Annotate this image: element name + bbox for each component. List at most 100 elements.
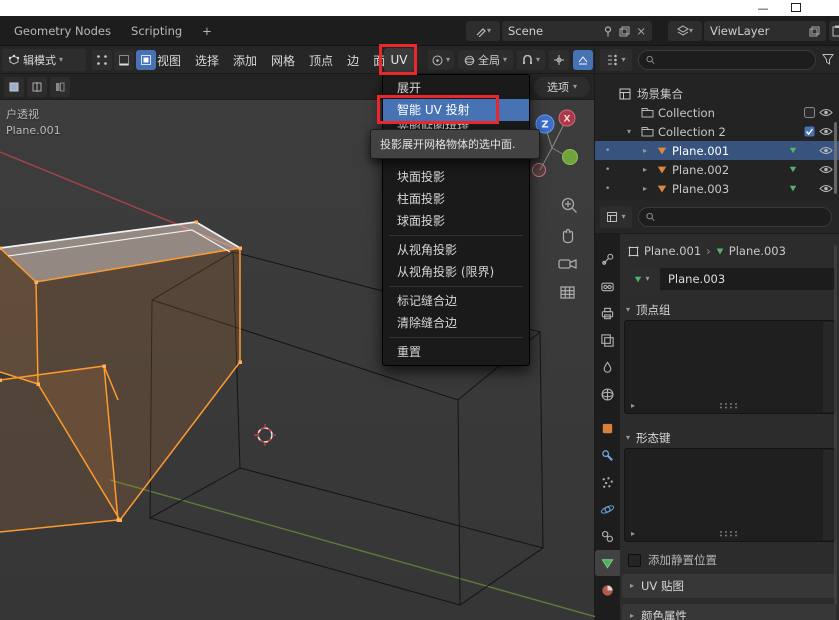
scene-icon[interactable] [595,354,620,380]
vertex-groups-list[interactable]: ▸ [624,320,836,414]
outliner-row-collection[interactable]: Collection [595,103,839,122]
properties-scrollbar[interactable] [834,245,837,605]
snap-toggle[interactable]: ▾ [517,50,545,70]
new-scene-icon[interactable] [619,26,630,37]
gizmo-y-axis[interactable] [563,150,578,165]
uv-menu-item[interactable]: 展开 [383,77,529,99]
outliner-search[interactable] [638,50,816,70]
transform-pivot-button[interactable] [4,77,24,97]
grip-icon[interactable] [719,402,739,409]
uv-menu-item[interactable]: 柱面投影 [383,188,529,210]
particles-icon[interactable] [595,469,620,495]
outliner-type-button[interactable]: ▾ [600,49,632,71]
outliner-row-plane.003[interactable]: • ▸ Plane.003 [595,179,839,198]
exclude-checkbox[interactable] [804,103,815,122]
menu-view[interactable]: 视图 [150,47,188,73]
mirror-y-button[interactable] [50,77,70,97]
properties-search[interactable] [638,207,832,227]
gizmos-toggle[interactable] [549,50,569,70]
zoom-icon[interactable] [563,199,577,213]
mesh-orange[interactable] [0,221,242,533]
color-attributes-section[interactable]: ▸ 颜色属性 [622,604,836,620]
outliner-row-plane.001[interactable]: • ▸ Plane.001 [595,141,839,160]
expand-icon[interactable]: ▸ [631,529,635,538]
gizmo-minus-axis[interactable] [533,164,546,177]
edge-select-button[interactable] [114,50,134,70]
outliner-row--[interactable]: 场景集合 [595,84,839,103]
data-type-button[interactable]: ▾ [624,268,660,290]
menu-mesh[interactable]: 网格 [264,47,302,73]
eye-icon[interactable] [819,122,833,141]
eye-icon[interactable] [819,103,833,122]
vertex-groups-header[interactable]: ▾ 顶点组 [626,302,671,318]
outliner-row-collection-2[interactable]: ▾ Collection 2 [595,122,839,141]
unlink-scene-button[interactable]: × [636,24,646,38]
exclude-checkbox[interactable] [804,122,815,141]
uv-menu-item[interactable]: 从视角投影 [383,239,529,261]
eye-icon[interactable] [819,179,833,198]
uv-menu-item[interactable]: 重置 [383,341,529,363]
rest-position-checkbox[interactable] [628,554,641,567]
outliner-scrollbar[interactable] [834,122,837,194]
menu-vertex[interactable]: 顶点 [302,47,340,73]
scene-type-button[interactable]: ▾ [466,21,500,41]
pan-hand-icon[interactable] [564,230,573,243]
tab-scripting[interactable]: Scripting [121,16,192,46]
menu-uv[interactable]: UV [384,48,414,72]
breadcrumb-data[interactable]: Plane.003 [729,244,786,258]
filter-button[interactable] [821,52,835,66]
camera-view-icon[interactable] [559,260,576,268]
add-workspace-button[interactable]: + [192,16,222,46]
grip-icon[interactable] [719,530,739,537]
minimize-button[interactable]: — [748,0,778,16]
menu-edge[interactable]: 边 [340,47,366,73]
overlays-toggle[interactable] [573,50,593,70]
tool-icon[interactable] [595,246,620,272]
world-icon[interactable] [595,381,620,407]
list-scrollbar[interactable] [823,450,834,540]
clipboard-button[interactable] [829,21,839,41]
output-icon[interactable] [595,300,620,326]
options-button[interactable]: 选项 ▾ [534,77,590,97]
view-layer-icon[interactable] [595,327,620,353]
physics-icon[interactable] [595,496,620,522]
properties-type-button[interactable]: ▾ [600,206,632,228]
object-icon[interactable] [595,415,620,441]
constraints-icon[interactable] [595,523,620,549]
expand-caret[interactable]: ▸ [643,141,647,160]
properties-search-input[interactable] [660,211,824,223]
proportional-editing-button[interactable]: ▾ [428,50,454,70]
expand-caret[interactable]: ▾ [627,122,631,141]
uv-menu-item[interactable]: 球面投影 [383,210,529,232]
expand-caret[interactable]: ▸ [643,160,647,179]
pin-icon[interactable] [603,26,613,37]
shape-keys-header[interactable]: ▾ 形态键 [626,430,671,446]
uv-menu-item[interactable]: 块面投影 [383,166,529,188]
mode-selector[interactable]: 辑模式 ▾ [2,49,86,71]
shape-keys-list[interactable]: ▸ [624,448,836,542]
outliner-row-plane.002[interactable]: • ▸ Plane.002 [595,160,839,179]
eye-icon[interactable] [819,160,833,179]
maximize-button[interactable] [791,3,801,12]
ortho-grid-icon[interactable] [561,287,574,298]
menu-add[interactable]: 添加 [226,47,264,73]
uv-menu-item[interactable]: 标记缝合边 [383,290,529,312]
uv-menu-item[interactable]: 清除缝合边 [383,312,529,334]
eye-icon[interactable] [819,141,833,160]
scene-selector[interactable]: Scene × [502,21,652,41]
mirror-x-button[interactable] [27,77,47,97]
object-data-icon[interactable] [595,550,620,576]
expand-icon[interactable]: ▸ [631,401,635,410]
view-layer-selector[interactable]: ViewLayer [704,21,826,41]
uv-menu-item[interactable]: 从视角投影 (限界) [383,261,529,283]
expand-caret[interactable]: ▸ [643,179,647,198]
breadcrumb-object[interactable]: Plane.001 [644,244,701,258]
orientation-selector[interactable]: 全局 ▾ [458,50,513,70]
material-icon[interactable] [595,577,620,603]
tab-geometry-nodes[interactable]: Geometry Nodes [4,16,121,46]
render-icon[interactable] [595,273,620,299]
vertex-select-button[interactable] [92,50,112,70]
data-name-field[interactable]: Plane.003 [660,268,835,290]
new-view-layer-icon[interactable] [809,26,820,37]
menu-select[interactable]: 选择 [188,47,226,73]
